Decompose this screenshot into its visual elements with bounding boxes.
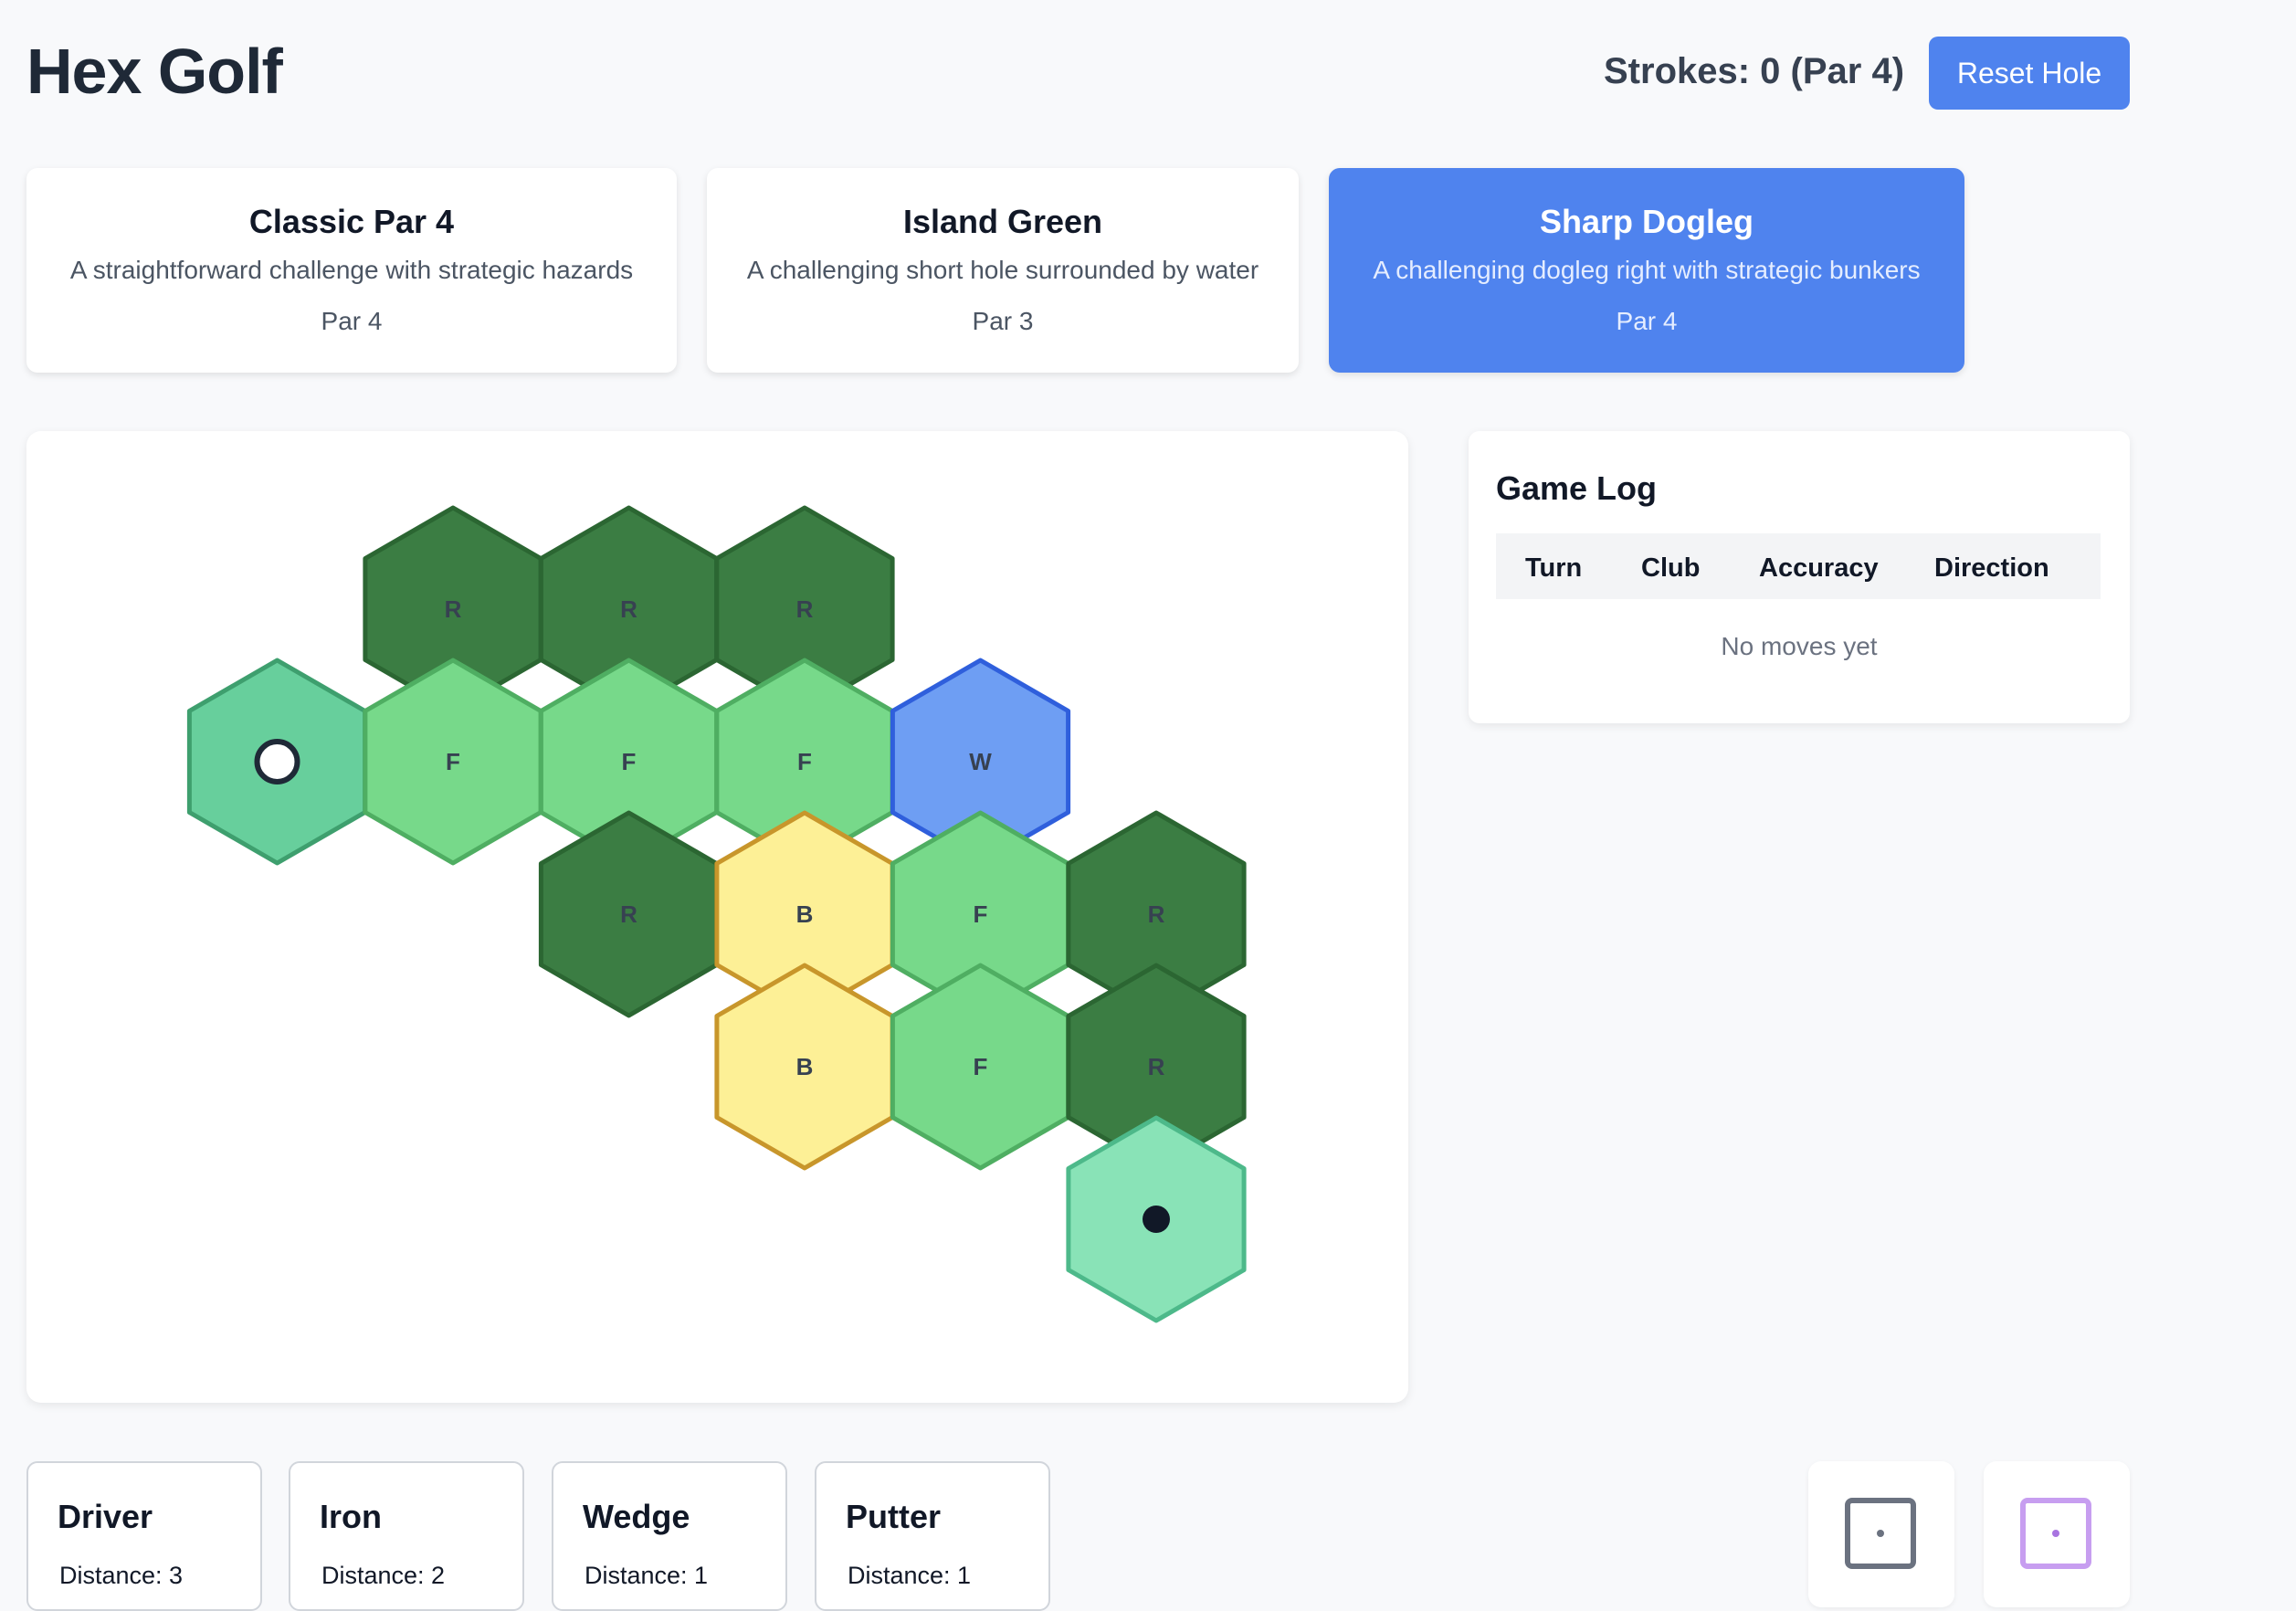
hole-description: A challenging dogleg right with strategi… bbox=[1373, 256, 1921, 284]
hex-label: B bbox=[796, 900, 814, 928]
game-log-header-row: Turn Club Accuracy Direction bbox=[1496, 533, 2101, 599]
club-name: Iron bbox=[320, 1498, 382, 1535]
hole-card-island-green[interactable]: Island Green A challenging short hole su… bbox=[707, 168, 1299, 373]
reset-hole-button[interactable]: Reset Hole bbox=[1929, 37, 2130, 110]
hex-label: R bbox=[1148, 1053, 1165, 1080]
direction-die-icon bbox=[2020, 1498, 2091, 1569]
direction-die-button[interactable] bbox=[1984, 1461, 2130, 1607]
hex-label: R bbox=[445, 595, 462, 623]
hex-label: R bbox=[620, 900, 637, 928]
golf-hole-icon bbox=[1143, 1206, 1170, 1233]
golf-ball-icon bbox=[254, 739, 300, 784]
hole-card-sharp-dogleg[interactable]: Sharp Dogleg A challenging dogleg right … bbox=[1329, 168, 1964, 373]
hole-par: Par 4 bbox=[321, 307, 383, 335]
column-header-club: Club bbox=[1641, 553, 1701, 583]
club-card-putter[interactable]: Putter Distance: 1 bbox=[815, 1461, 1050, 1611]
accuracy-die-icon bbox=[1845, 1498, 1916, 1569]
hole-description: A challenging short hole surrounded by w… bbox=[746, 256, 1259, 284]
column-header-turn: Turn bbox=[1525, 553, 1583, 583]
game-log-empty-message: No moves yet bbox=[1721, 632, 1878, 660]
hex-label: R bbox=[796, 595, 814, 623]
die-pip bbox=[1877, 1530, 1884, 1537]
hex-grid: R R R F F F W R B F R B F R bbox=[186, 505, 1247, 1323]
club-card-driver[interactable]: Driver Distance: 3 bbox=[26, 1461, 262, 1611]
club-distance: Distance: 1 bbox=[848, 1562, 972, 1589]
club-distance: Distance: 2 bbox=[321, 1562, 446, 1589]
hole-par: Par 4 bbox=[1616, 307, 1678, 335]
hex-label: R bbox=[1148, 900, 1165, 928]
club-card-wedge[interactable]: Wedge Distance: 1 bbox=[552, 1461, 787, 1611]
hex-label: B bbox=[796, 1053, 814, 1080]
hex-label: F bbox=[622, 748, 637, 775]
strokes-counter: Strokes: 0 (Par 4) bbox=[1604, 51, 1905, 91]
hex-board: R R R F F F W R B F R B F R bbox=[26, 431, 1408, 1403]
hole-name: Classic Par 4 bbox=[248, 203, 455, 240]
hex-label: F bbox=[446, 748, 460, 775]
club-name: Driver bbox=[58, 1498, 153, 1535]
page-title: Hex Golf bbox=[26, 36, 283, 107]
hex-label: F bbox=[974, 900, 988, 928]
game-log-panel: Game Log Turn Club Accuracy Direction No… bbox=[1469, 431, 2130, 723]
hex-label: F bbox=[974, 1053, 988, 1080]
hole-description: A straightforward challenge with strateg… bbox=[69, 256, 634, 284]
hole-name: Sharp Dogleg bbox=[1539, 203, 1754, 240]
club-distance: Distance: 1 bbox=[585, 1562, 709, 1589]
hex-tile-f[interactable]: F bbox=[363, 658, 543, 866]
club-card-iron[interactable]: Iron Distance: 2 bbox=[289, 1461, 524, 1611]
game-log-title: Game Log bbox=[1496, 469, 1658, 507]
column-header-accuracy: Accuracy bbox=[1759, 553, 1879, 583]
hex-label: F bbox=[797, 748, 812, 775]
hole-name: Island Green bbox=[902, 203, 1103, 240]
hex-tile-f[interactable]: F bbox=[890, 963, 1071, 1171]
hex-tile-t[interactable] bbox=[186, 658, 368, 866]
column-header-direction: Direction bbox=[1934, 553, 2049, 583]
accuracy-die-button[interactable] bbox=[1808, 1461, 1954, 1607]
hex-tile-b[interactable]: B bbox=[714, 963, 895, 1171]
hex-label: W bbox=[969, 748, 992, 775]
hex-tile-g[interactable] bbox=[1066, 1115, 1247, 1323]
die-pip bbox=[2052, 1530, 2059, 1537]
club-name: Putter bbox=[846, 1498, 942, 1535]
hole-par: Par 3 bbox=[972, 307, 1034, 335]
club-distance: Distance: 3 bbox=[59, 1562, 184, 1589]
hex-tile-r[interactable]: R bbox=[538, 810, 720, 1018]
hole-card-classic-par-4[interactable]: Classic Par 4 A straightforward challeng… bbox=[26, 168, 677, 373]
hex-label: R bbox=[620, 595, 637, 623]
club-name: Wedge bbox=[583, 1498, 690, 1535]
